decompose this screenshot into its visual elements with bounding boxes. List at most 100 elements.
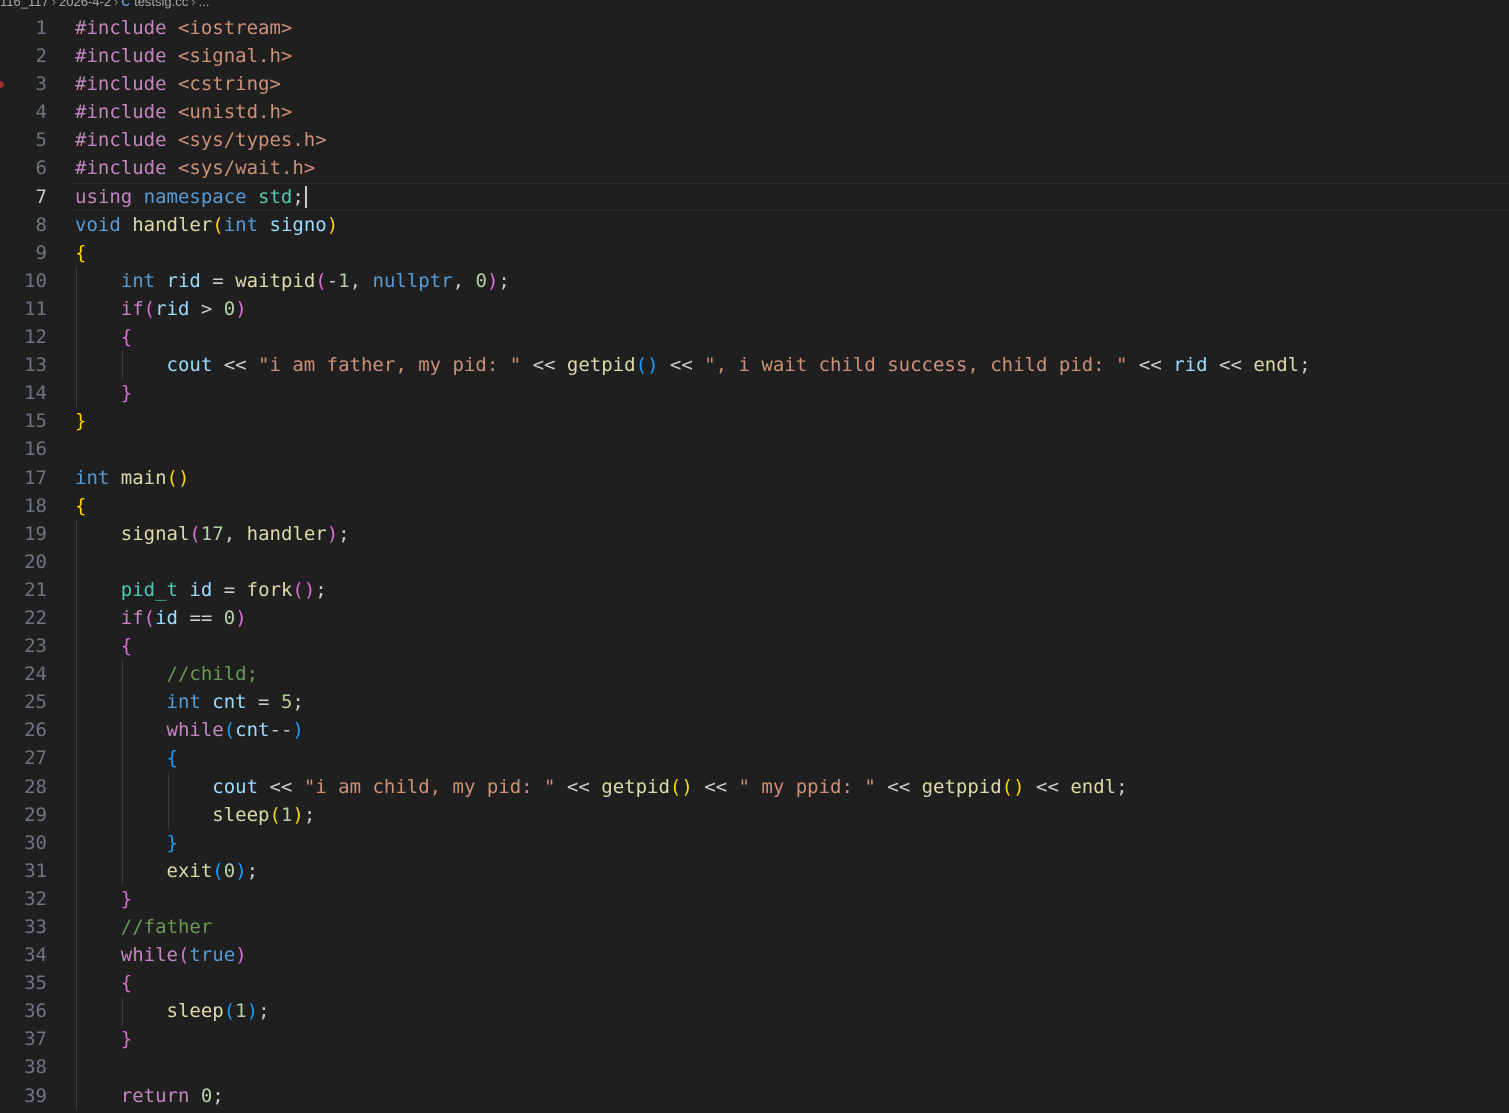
code-line[interactable]: 3 #include <cstring>	[0, 70, 1509, 98]
code-area[interactable]: 1 #include <iostream> 2 #include <signal.h>…	[0, 14, 1509, 1110]
line-number: 38	[24, 1056, 47, 1079]
code-token: int	[166, 691, 213, 714]
code-token: rid	[155, 297, 190, 320]
code-token: getpid	[566, 354, 636, 377]
code-token: endl	[1070, 775, 1117, 798]
code-line[interactable]: 16	[0, 435, 1509, 463]
code-token: cout	[212, 775, 259, 798]
code-line[interactable]: 9{	[0, 239, 1509, 267]
code-line[interactable]: 19 signal(17, handler);	[0, 520, 1509, 548]
code-token: )	[486, 269, 499, 292]
code-text: #include <iostream>	[75, 14, 292, 42]
code-line[interactable]: 29 sleep(1);	[0, 801, 1509, 829]
code-line[interactable]: 22 if(id == 0)	[0, 604, 1509, 632]
line-number: 3	[35, 73, 47, 96]
code-token: <<	[212, 354, 259, 377]
indent-guide	[121, 660, 123, 886]
line-number: 14	[24, 382, 47, 405]
code-token: nullptr	[372, 269, 453, 292]
code-token: rid	[1173, 354, 1208, 377]
code-line[interactable]: 18 {	[0, 492, 1509, 520]
code-line[interactable]: 1 #include <iostream>	[0, 14, 1509, 42]
code-line[interactable]: 13 cout << "i am father, my pid: " << ge…	[0, 351, 1509, 379]
line-number: 36	[24, 1000, 47, 1023]
code-token: )	[246, 1000, 259, 1023]
code-line[interactable]: 35 {	[0, 969, 1509, 997]
code-line[interactable]: 36 sleep(1);	[0, 997, 1509, 1025]
breadcrumb-item[interactable]: 116_117	[0, 0, 49, 9]
line-number: 29	[24, 803, 47, 826]
code-line[interactable]: 34 while(true)	[0, 941, 1509, 969]
line-number: 22	[24, 606, 47, 629]
code-line[interactable]: 12 {	[0, 323, 1509, 351]
code-line[interactable]: 38	[0, 1053, 1509, 1081]
code-line[interactable]: 30 }	[0, 829, 1509, 857]
code-token: ()	[292, 578, 316, 601]
code-line[interactable]: 5 #include <sys/types.h>	[0, 126, 1509, 154]
code-line[interactable]: 24 //child;	[0, 660, 1509, 688]
code-line[interactable]: 11 if(rid > 0)	[0, 295, 1509, 323]
code-token: (	[269, 803, 281, 826]
code-line[interactable]: 6 #include <sys/wait.h>	[0, 154, 1509, 182]
code-text: #include <sys/wait.h>	[75, 154, 315, 182]
code-line[interactable]: 14 }	[0, 379, 1509, 407]
code-line[interactable]: 4 #include <unistd.h>	[0, 98, 1509, 126]
code-token: <<	[875, 775, 922, 798]
code-token: id	[189, 578, 213, 601]
code-token: #include	[75, 45, 178, 68]
code-token: ()	[669, 775, 693, 798]
code-token: ;	[338, 522, 350, 545]
code-token: )	[292, 803, 304, 826]
line-number: 2	[35, 45, 47, 68]
code-line[interactable]: 20	[0, 548, 1509, 576]
code-token: using	[75, 185, 144, 208]
code-token: {	[166, 747, 178, 770]
code-token: {	[120, 635, 133, 658]
breadcrumb-item[interactable]: testsig.cc	[134, 0, 188, 9]
code-token: <<	[658, 354, 705, 377]
code-text: {	[75, 323, 132, 351]
code-token: 0	[475, 269, 487, 292]
code-token: ,	[452, 269, 476, 292]
code-line[interactable]: 31 exit(0);	[0, 857, 1509, 885]
code-line[interactable]: 28 cout << "i am child, my pid: " << get…	[0, 773, 1509, 801]
code-line[interactable]: 15}	[0, 407, 1509, 435]
code-line[interactable]: 37 }	[0, 1025, 1509, 1053]
code-line[interactable]: 39 return 0;	[0, 1082, 1509, 1110]
line-number: 10	[24, 269, 47, 292]
code-line[interactable]: 26 while(cnt--)	[0, 716, 1509, 744]
code-text: pid_t id = fork();	[75, 576, 327, 604]
code-editor[interactable]: 116_117 › 2026-4-2 › Ctestsig.cc ›... 1 #inclu…	[0, 0, 1509, 1113]
code-line[interactable]: 32 }	[0, 885, 1509, 913]
code-token: ", i wait child success, child pid: "	[704, 354, 1128, 377]
code-line[interactable]: 7 using namespace std;	[0, 182, 1509, 211]
code-token: ;	[303, 803, 316, 826]
code-token: )	[235, 297, 247, 320]
code-text: exit(0);	[75, 857, 259, 885]
code-line[interactable]: 33 //father	[0, 913, 1509, 941]
code-line[interactable]: 8 void handler(int signo)	[0, 211, 1509, 239]
code-token: main	[120, 466, 167, 489]
code-text: }	[75, 885, 132, 913]
line-number: 7	[35, 185, 47, 208]
code-line[interactable]: 27 {	[0, 744, 1509, 772]
code-token: endl	[1253, 354, 1300, 377]
code-line[interactable]: 10 int rid = waitpid(-1, nullptr, 0);	[0, 267, 1509, 295]
code-token: signal	[120, 522, 190, 545]
code-line[interactable]: 2 #include <signal.h>	[0, 42, 1509, 70]
code-line[interactable]: 17 int main()	[0, 464, 1509, 492]
code-text: sleep(1);	[75, 801, 315, 829]
code-line[interactable]: 21 pid_t id = fork();	[0, 576, 1509, 604]
code-token: }	[120, 887, 133, 910]
code-line[interactable]: 23 {	[0, 632, 1509, 660]
code-line[interactable]: 25 int cnt = 5;	[0, 688, 1509, 716]
breadcrumb-item[interactable]: ...	[199, 0, 210, 9]
code-token: ;	[315, 578, 327, 601]
code-token: 0	[223, 297, 236, 320]
code-token: ;	[1299, 354, 1311, 377]
breadcrumb-item[interactable]: 2026-4-2	[59, 0, 111, 9]
